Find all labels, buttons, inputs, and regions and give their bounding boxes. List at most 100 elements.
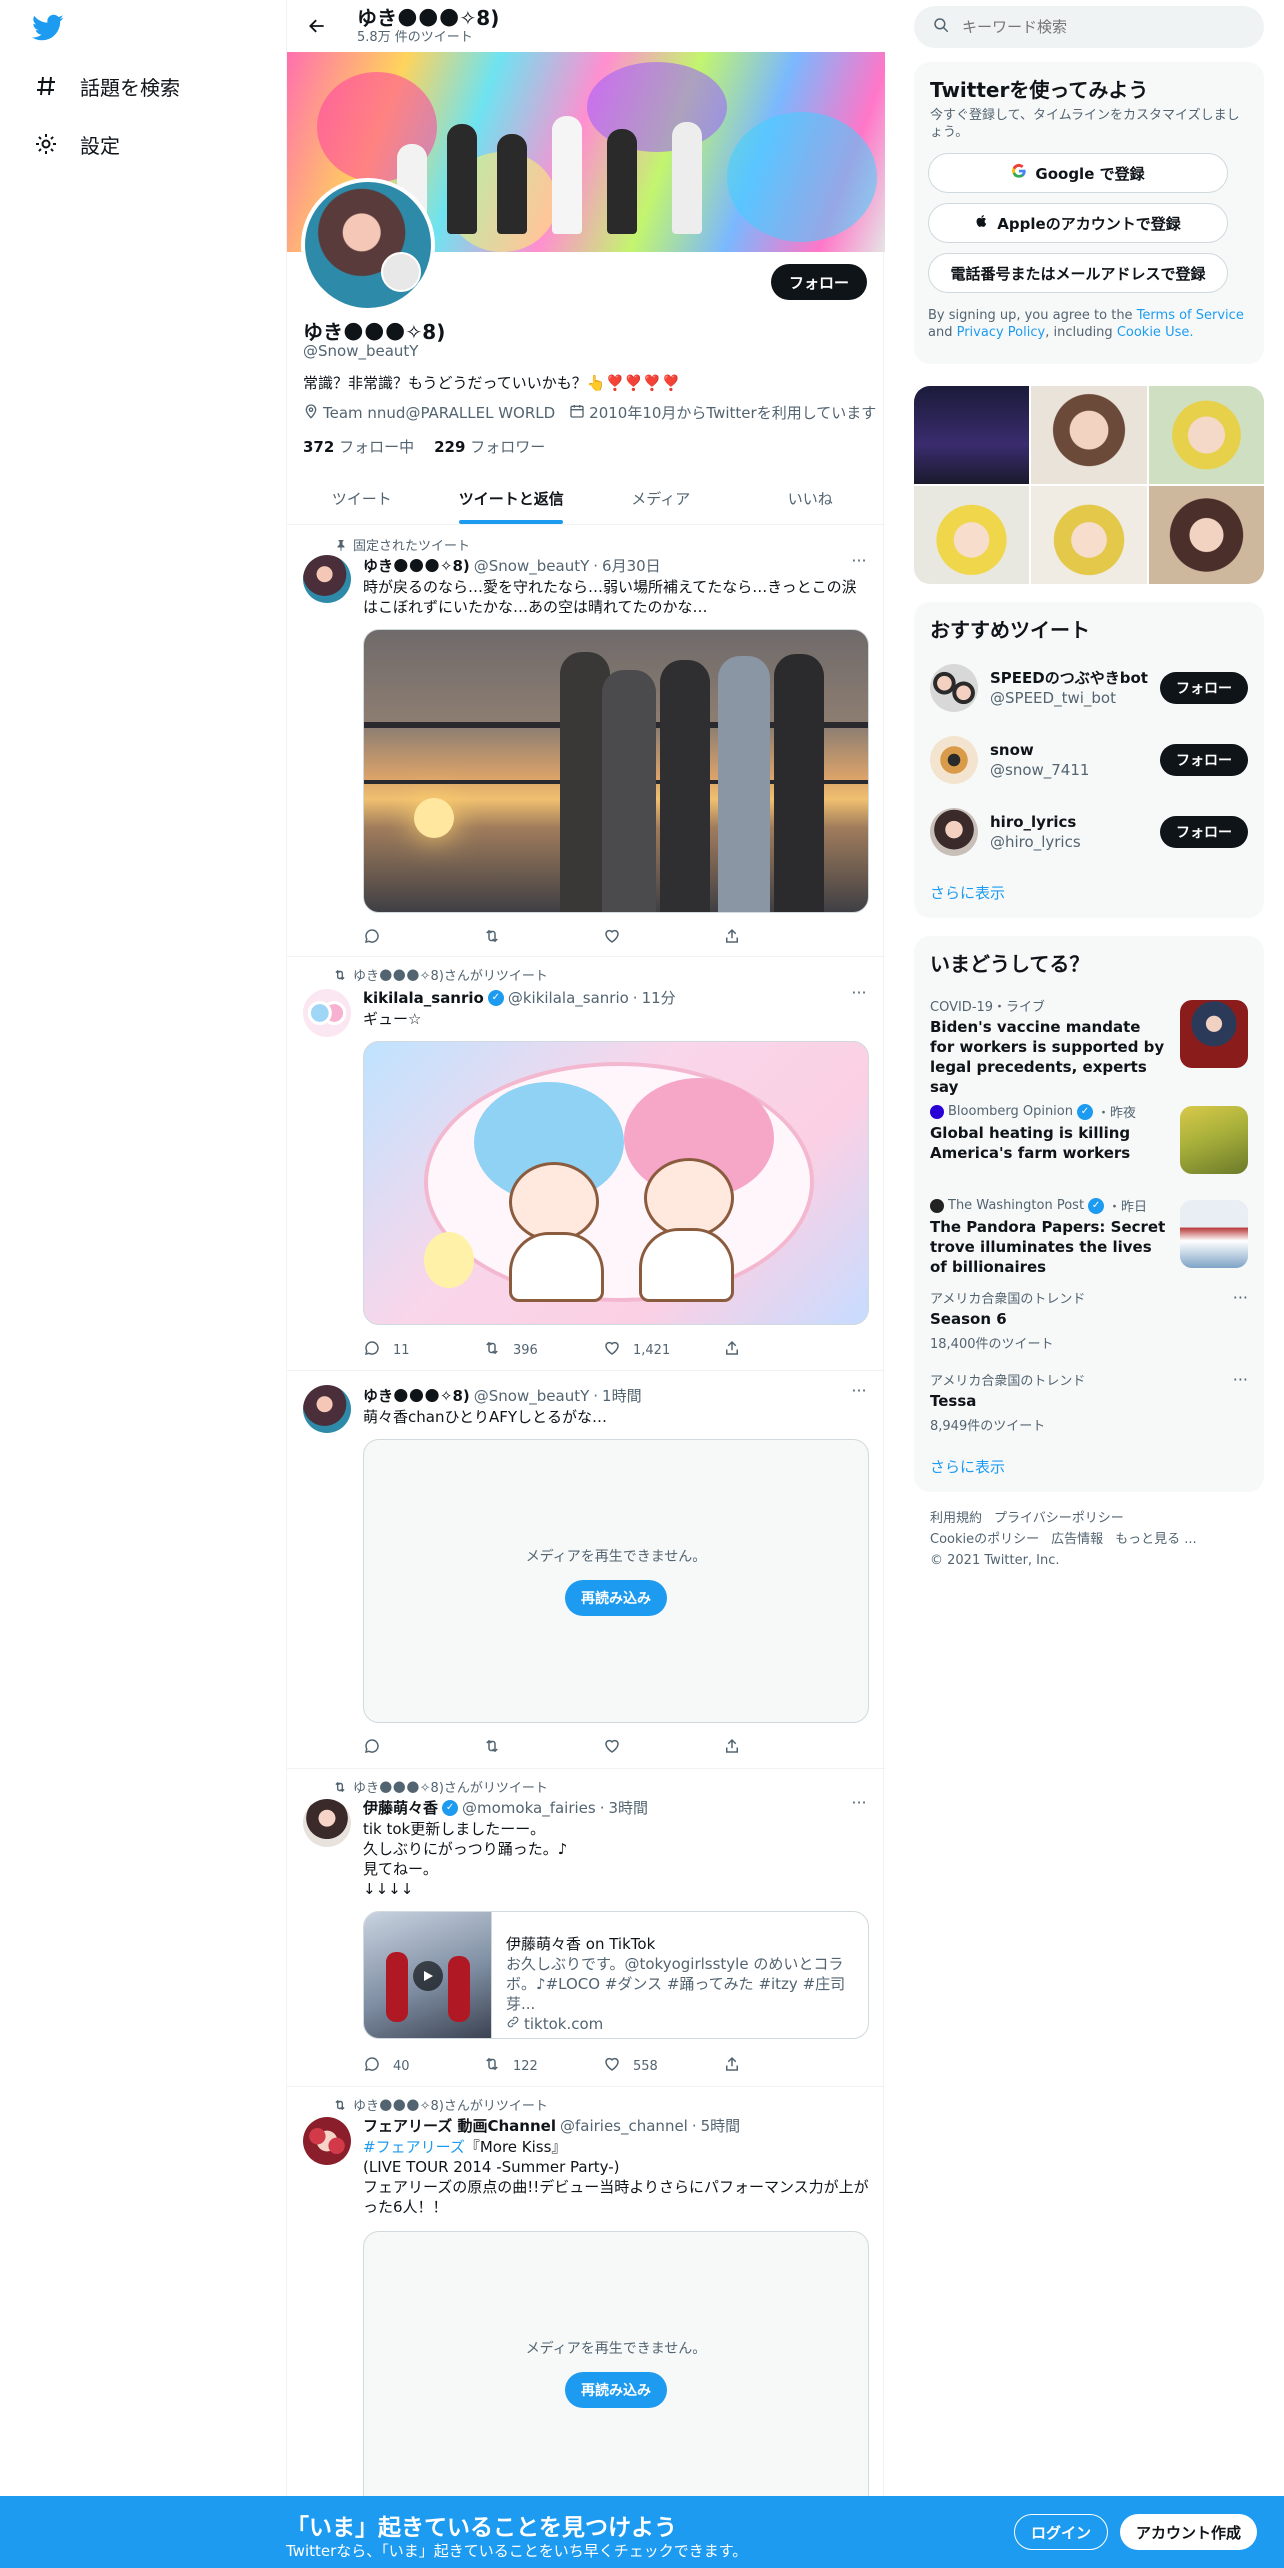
followers-link[interactable]: 229 フォロワー — [434, 436, 545, 457]
tweet-avatar[interactable] — [303, 989, 351, 1037]
tweet-author-handle[interactable]: @fairies_channel — [560, 2117, 688, 2135]
tweet[interactable]: ゆき🌑🌑🌑✧8)さんがリツイート 伊藤萌々香 ✓ @momoka_fairies… — [287, 1769, 885, 2087]
avatar[interactable] — [930, 736, 978, 784]
footer-more[interactable]: もっと見る ... — [1115, 1532, 1197, 1547]
tweet-time[interactable]: 3時間 — [609, 1797, 649, 1818]
google-signup-button[interactable]: Google で登録 — [928, 153, 1228, 193]
signup-button[interactable]: アカウント作成 — [1120, 2514, 1258, 2550]
tweet-author-handle[interactable]: @momoka_fairies — [462, 1799, 596, 1817]
retweet-button[interactable] — [483, 927, 553, 949]
who-name[interactable]: hiro_lyrics — [990, 812, 1160, 832]
footer-cookie[interactable]: Cookieのポリシー — [930, 1532, 1039, 1547]
tab-media[interactable]: メディア — [586, 472, 736, 524]
search-input[interactable] — [962, 18, 1222, 36]
search-box[interactable] — [914, 6, 1264, 48]
tweet[interactable]: ゆき🌑🌑🌑✧8)さんがリツイート フェアリーズ 動画Channel @fairi… — [287, 2087, 885, 2515]
media-thumb[interactable] — [1031, 386, 1147, 484]
tab-tweets[interactable]: ツイート — [287, 472, 437, 524]
more-icon[interactable]: ··· — [1233, 1370, 1248, 1389]
follow-button[interactable]: フォロー — [1160, 744, 1248, 776]
retweet-button[interactable]: 396 — [483, 1339, 553, 1361]
avatar[interactable] — [930, 808, 978, 856]
tweet-author-handle[interactable]: @kikilala_sanrio — [508, 989, 629, 1007]
apple-signup-button[interactable]: Appleのアカウントで登録 — [928, 203, 1228, 243]
reply-button[interactable]: 11 — [363, 1339, 433, 1361]
reload-button[interactable]: 再読み込み — [565, 1580, 667, 1616]
twitter-logo-icon[interactable] — [32, 14, 64, 42]
who-to-follow-item[interactable]: snow @snow_7411 フォロー — [930, 732, 1248, 788]
share-button[interactable] — [723, 1737, 793, 1759]
tweet[interactable]: ゆき🌑🌑🌑✧8)さんがリツイート kikilala_sanrio ✓ @kiki… — [287, 957, 885, 1371]
media-thumb[interactable] — [1148, 486, 1264, 584]
tweet-avatar[interactable] — [303, 555, 351, 603]
follow-button[interactable]: フォロー — [1160, 816, 1248, 848]
tweet-time[interactable]: 5時間 — [701, 2115, 741, 2136]
tweet-author-name[interactable]: kikilala_sanrio — [363, 989, 484, 1007]
privacy-link[interactable]: Privacy Policy — [957, 325, 1046, 340]
more-icon[interactable]: ··· — [849, 1383, 869, 1405]
share-button[interactable] — [723, 927, 793, 949]
tweet[interactable]: 固定されたツイート ゆき🌑🌑🌑✧8) @Snow_beautY · 6月30日 … — [287, 525, 885, 957]
like-button[interactable]: 1,421 — [603, 1339, 673, 1361]
like-button[interactable] — [603, 927, 673, 949]
nav-explore[interactable]: 話題を検索 — [32, 66, 180, 106]
trend-item[interactable]: アメリカ合衆国のトレンド Tessa 8,949件のツイート ··· — [930, 1370, 1248, 1440]
show-more-link[interactable]: さらに表示 — [930, 882, 1005, 903]
reply-button[interactable] — [363, 927, 433, 949]
tweet[interactable]: ゆき🌑🌑🌑✧8) @Snow_beautY · 1時間 ··· 萌々香chanひ… — [287, 1371, 885, 1769]
reply-button[interactable]: 40 — [363, 2055, 433, 2077]
like-button[interactable]: 558 — [603, 2055, 673, 2077]
share-button[interactable] — [723, 1339, 793, 1361]
cookie-link[interactable]: Cookie Use. — [1117, 325, 1194, 340]
tweet-avatar[interactable] — [303, 2117, 351, 2165]
tweet-author-name[interactable]: フェアリーズ 動画Channel — [363, 2115, 556, 2136]
reply-button[interactable] — [363, 1737, 433, 1759]
media-thumb[interactable] — [1148, 386, 1264, 484]
more-icon[interactable]: ··· — [849, 553, 869, 575]
who-to-follow-item[interactable]: SPEEDのつぶやきbot @SPEED_twi_bot フォロー — [930, 660, 1248, 716]
footer-terms[interactable]: 利用規約 — [930, 1511, 982, 1526]
more-icon[interactable]: ··· — [1233, 1288, 1248, 1307]
media-thumb[interactable] — [1031, 486, 1147, 584]
hashtag-link[interactable]: #フェアリーズ — [363, 2138, 465, 2156]
who-name[interactable]: SPEEDのつぶやきbot — [990, 668, 1160, 688]
follow-button[interactable]: フォロー — [770, 264, 867, 300]
trend-item[interactable]: COVID-19・ライブ Biden's vaccine mandate for… — [930, 996, 1248, 1096]
tweet-time[interactable]: 1時間 — [602, 1385, 642, 1406]
who-to-follow-item[interactable]: hiro_lyrics @hiro_lyrics フォロー — [930, 804, 1248, 860]
link-card[interactable]: 伊藤萌々香 on TikTok お久しぶりです。@tokyogirlsstyle… — [363, 1911, 869, 2039]
tweet-author-name[interactable]: ゆき🌑🌑🌑✧8) — [363, 555, 470, 576]
media-thumb[interactable] — [914, 386, 1030, 484]
tweet-author-handle[interactable]: @Snow_beautY — [474, 1387, 589, 1405]
like-button[interactable] — [603, 1737, 673, 1759]
tweet-author-name[interactable]: ゆき🌑🌑🌑✧8) — [363, 1385, 470, 1406]
retweet-button[interactable]: 122 — [483, 2055, 553, 2077]
login-button[interactable]: ログイン — [1014, 2514, 1109, 2550]
tweet-photo[interactable] — [363, 1041, 869, 1325]
footer-privacy[interactable]: プライバシーポリシー — [994, 1511, 1124, 1526]
media-thumb[interactable] — [914, 486, 1030, 584]
trend-item[interactable]: The Washington Post ✓ ・昨日 The Pandora Pape… — [930, 1196, 1248, 1276]
trend-item[interactable]: アメリカ合衆国のトレンド Season 6 18,400件のツイート ··· — [930, 1288, 1248, 1358]
share-button[interactable] — [723, 2055, 793, 2077]
following-link[interactable]: 372 フォロー中 — [303, 436, 414, 457]
tweet-author-name[interactable]: 伊藤萌々香 — [363, 1797, 438, 1818]
more-icon[interactable]: ··· — [849, 1795, 869, 1817]
more-icon[interactable]: ··· — [849, 985, 869, 1007]
show-more-link[interactable]: さらに表示 — [930, 1456, 1005, 1477]
tab-likes[interactable]: いいね — [736, 472, 886, 524]
follow-button[interactable]: フォロー — [1160, 672, 1248, 704]
retweet-button[interactable] — [483, 1737, 553, 1759]
back-arrow-icon[interactable] — [299, 8, 335, 44]
nav-settings[interactable]: 設定 — [32, 124, 120, 164]
who-name[interactable]: snow — [990, 740, 1160, 760]
terms-link[interactable]: Terms of Service — [1137, 308, 1244, 323]
tweet-avatar[interactable] — [303, 1385, 351, 1433]
avatar[interactable] — [930, 664, 978, 712]
trend-item[interactable]: Bloomberg Opinion ✓ ・昨夜 Global heating is … — [930, 1102, 1248, 1178]
footer-ads[interactable]: 広告情報 — [1051, 1532, 1103, 1547]
tweet-author-handle[interactable]: @Snow_beautY — [474, 557, 589, 575]
tab-tweets-and-replies[interactable]: ツイートと返信 — [437, 472, 587, 524]
tweet-time[interactable]: 11分 — [642, 987, 676, 1008]
phone-email-signup-button[interactable]: 電話番号またはメールアドレスで登録 — [928, 253, 1228, 293]
